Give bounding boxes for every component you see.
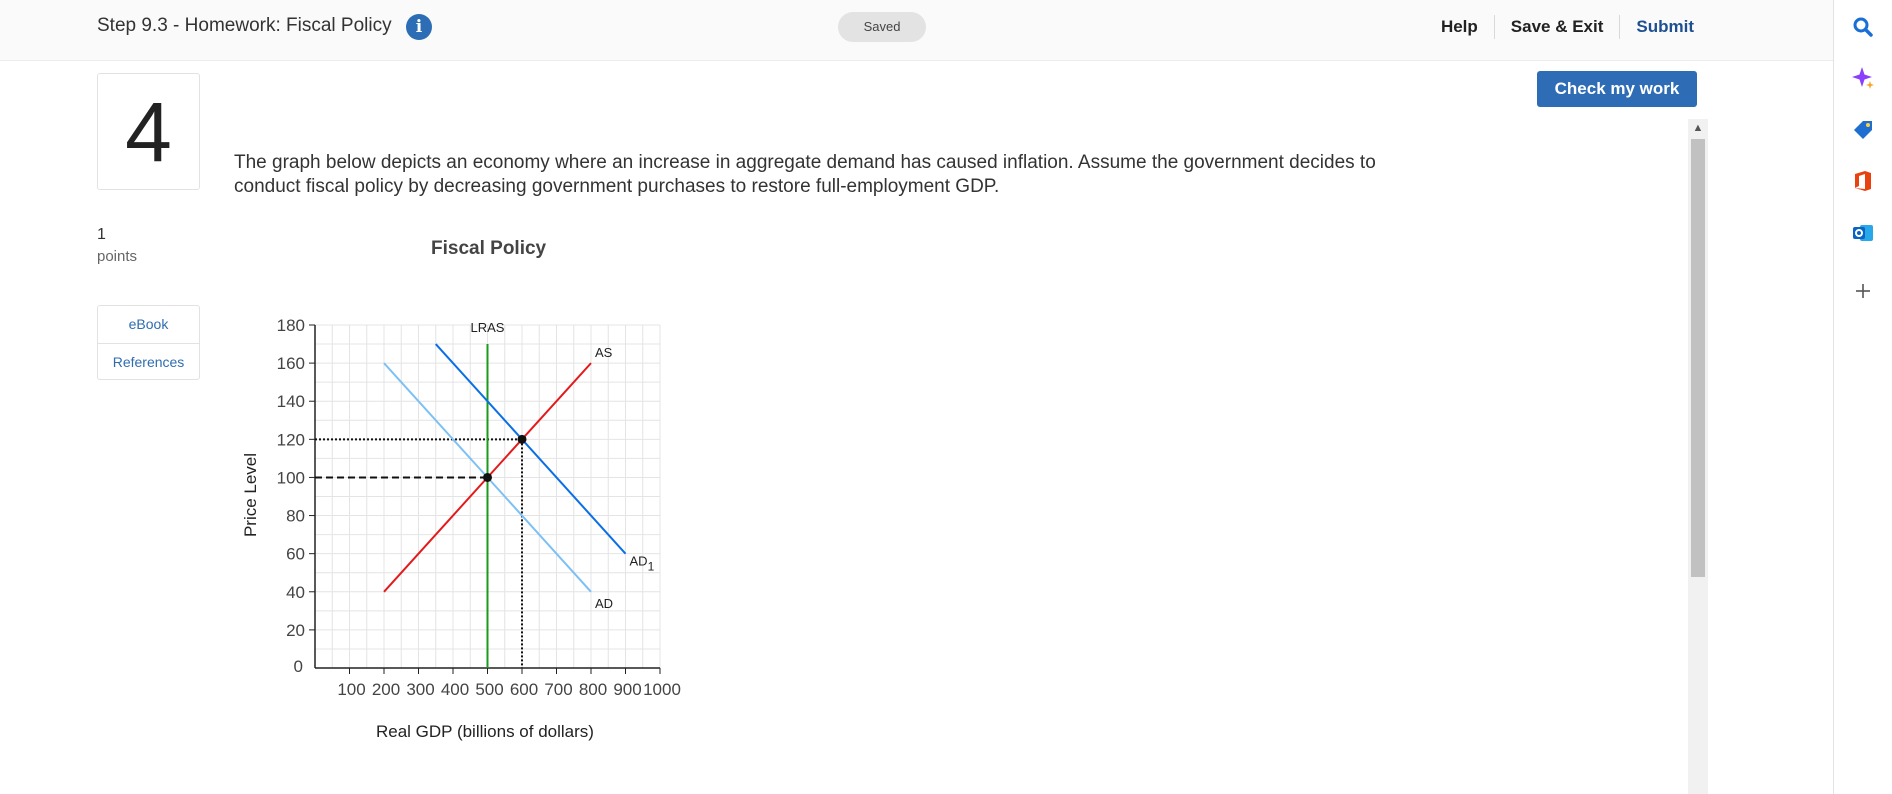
x-tick-label: 700 bbox=[544, 680, 572, 699]
assignment-header: Step 9.3 - Homework: Fiscal Policy i Sav… bbox=[0, 0, 1833, 61]
submit-link[interactable]: Submit bbox=[1620, 17, 1694, 37]
scroll-thumb[interactable] bbox=[1691, 139, 1705, 577]
y-tick-label: 40 bbox=[286, 583, 305, 602]
points-value: 1 bbox=[97, 226, 106, 243]
x-tick-label: 500 bbox=[475, 680, 503, 699]
ebook-link[interactable]: eBook bbox=[98, 306, 199, 343]
add-icon[interactable] bbox=[1848, 276, 1878, 306]
x-axis-label: Real GDP (billions of dollars) bbox=[376, 722, 594, 741]
header-nav: Help Save & Exit Submit bbox=[1425, 14, 1694, 40]
equilibrium-point bbox=[483, 472, 492, 482]
question-number-box: 4 bbox=[97, 73, 200, 190]
content-scrollbar[interactable]: ▲ bbox=[1688, 119, 1708, 794]
y-tick-label: 120 bbox=[277, 430, 305, 449]
saved-status-badge: Saved bbox=[838, 12, 926, 42]
series-line bbox=[435, 343, 627, 555]
outlook-icon[interactable] bbox=[1848, 218, 1878, 248]
copilot-sparkle-icon[interactable] bbox=[1848, 63, 1878, 93]
browser-side-rail bbox=[1833, 0, 1892, 794]
x-tick-label: 100 bbox=[337, 680, 365, 699]
series-label: LRAS bbox=[471, 320, 505, 335]
x-tick-label: 600 bbox=[510, 680, 538, 699]
help-link[interactable]: Help bbox=[1425, 17, 1494, 37]
y-tick-label: 160 bbox=[277, 354, 305, 373]
y-tick-label: 60 bbox=[286, 545, 305, 564]
x-tick-label: 200 bbox=[372, 680, 400, 699]
x-tick-label: 1000 bbox=[643, 680, 681, 699]
x-tick-label: 300 bbox=[406, 680, 434, 699]
series-label: AD1 bbox=[630, 554, 655, 574]
assignment-title: Step 9.3 - Homework: Fiscal Policy bbox=[97, 15, 392, 36]
shopping-tag-icon[interactable] bbox=[1848, 115, 1878, 145]
x-tick-label: 900 bbox=[613, 680, 641, 699]
fiscal-policy-chart: 0 20 40 60 80 100 120 140 160 180 100 200 300 400 500 6… bbox=[277, 316, 681, 699]
y-tick-label: 180 bbox=[277, 316, 305, 335]
office-icon[interactable] bbox=[1848, 166, 1878, 196]
equilibrium-point bbox=[517, 434, 527, 444]
y-tick-label: 100 bbox=[277, 468, 305, 487]
series-label: AS bbox=[595, 345, 613, 360]
x-tick-label: 800 bbox=[579, 680, 607, 699]
y-tick-label: 0 bbox=[294, 657, 303, 676]
x-tick-label: 400 bbox=[441, 680, 469, 699]
search-icon[interactable] bbox=[1848, 12, 1878, 42]
y-tick-label: 20 bbox=[286, 621, 305, 640]
references-link[interactable]: References bbox=[98, 343, 199, 380]
question-number: 4 bbox=[125, 85, 172, 179]
y-tick-label: 80 bbox=[286, 507, 305, 526]
series-label-subscript: 1 bbox=[648, 560, 655, 574]
resources-box: eBook References bbox=[97, 305, 200, 380]
y-tick-label: 140 bbox=[277, 392, 305, 411]
check-my-work-button[interactable]: Check my work bbox=[1537, 71, 1697, 107]
question-text: The graph below depicts an economy where… bbox=[234, 152, 1376, 197]
save-exit-link[interactable]: Save & Exit bbox=[1495, 17, 1620, 37]
series-label: AD bbox=[595, 596, 613, 611]
info-icon[interactable]: i bbox=[406, 14, 432, 40]
chart-title: Fiscal Policy bbox=[431, 238, 547, 259]
points-label: points bbox=[97, 248, 138, 265]
scroll-up-arrow-icon[interactable]: ▲ bbox=[1688, 119, 1708, 137]
